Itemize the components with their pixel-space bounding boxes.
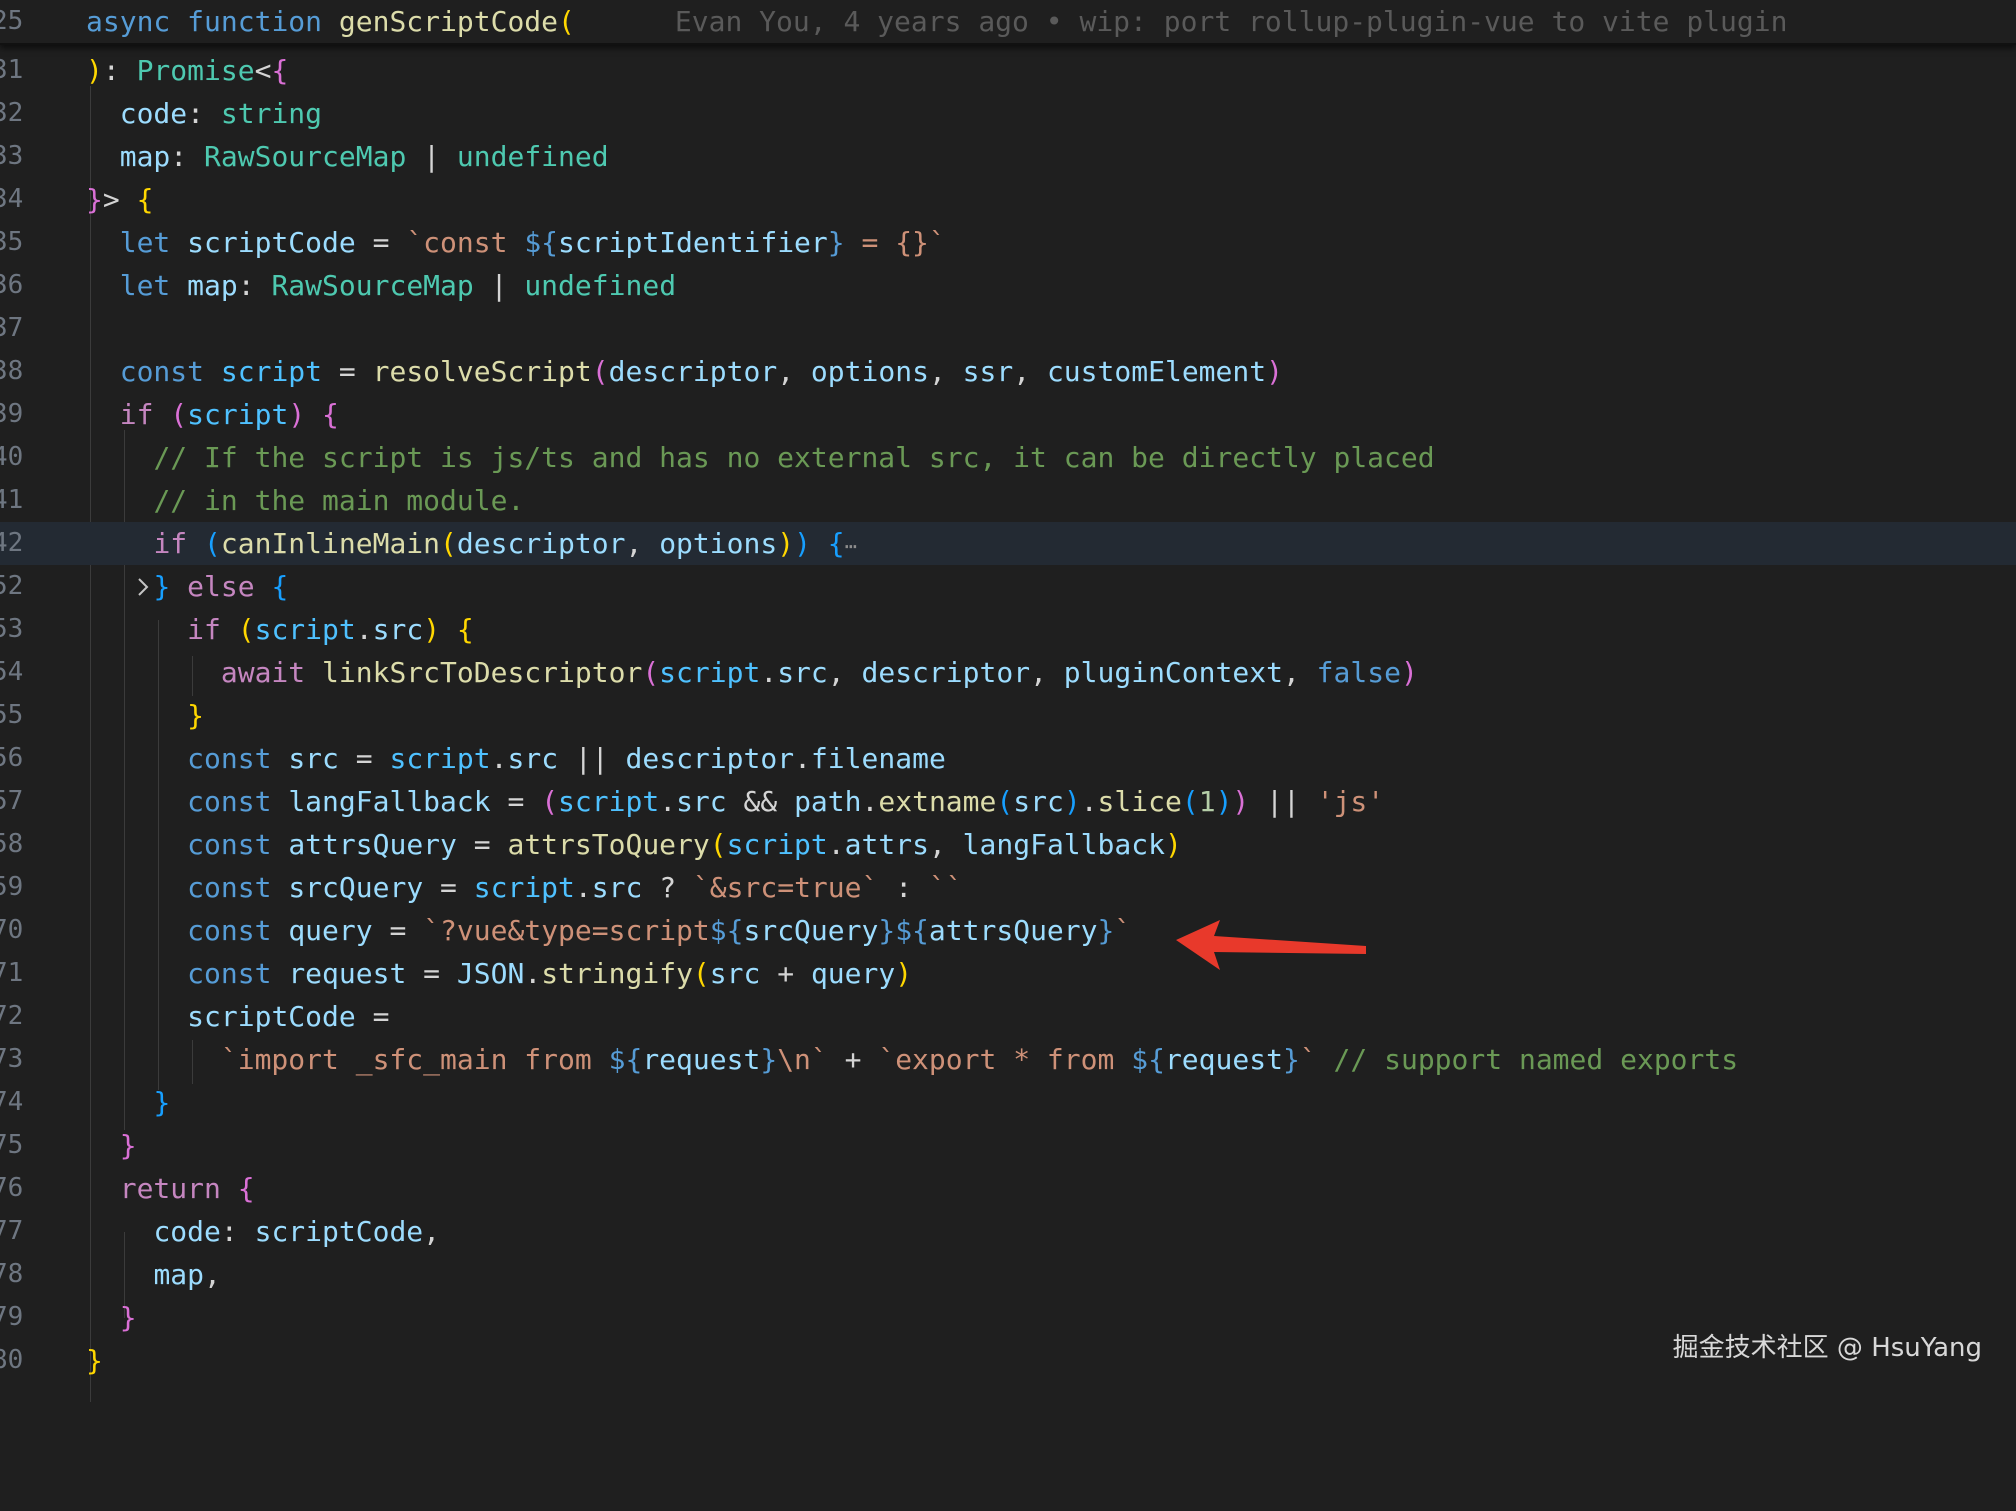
line-number: 52	[0, 571, 24, 601]
watermark: 掘金技术社区 @ HsuYang	[1672, 1333, 1982, 1363]
code-text: map,	[153, 1258, 221, 1291]
code-text: let map: RawSourceMap | undefined	[119, 269, 677, 302]
code-line[interactable]: 52 } else {	[0, 565, 2016, 608]
code-text: if (canInlineMain(descriptor, options)) …	[153, 527, 857, 560]
code-line[interactable]: 54 await linkSrcToDescriptor(script.src,…	[0, 651, 2016, 694]
code-line[interactable]: 57 const langFallback = (script.src && p…	[0, 780, 2016, 823]
code-text: map: RawSourceMap | undefined	[119, 140, 609, 173]
line-number: 53	[0, 614, 24, 644]
code-line[interactable]: 75 }	[0, 1124, 2016, 1167]
line-number: 75	[0, 1130, 24, 1160]
code-line[interactable]: 33 map: RawSourceMap | undefined	[0, 135, 2016, 178]
code-text: // in the main module.	[153, 484, 525, 517]
code-line[interactable]: 72 scriptCode =	[0, 995, 2016, 1038]
line-number: 71	[0, 958, 24, 988]
line-number: 54	[0, 657, 24, 687]
line-number: 59	[0, 872, 24, 902]
code-text: const script = resolveScript(descriptor,…	[119, 355, 1283, 388]
code-text: const srcQuery = script.src ? `&src=true…	[187, 871, 963, 904]
line-number: 56	[0, 743, 24, 773]
line-number: 36	[0, 270, 24, 300]
code-line-folded[interactable]: 42 if (canInlineMain(descriptor, options…	[0, 522, 2016, 596]
git-blame-annotation: Evan You, 4 years ago • wip: port rollup…	[674, 5, 1788, 38]
code-line[interactable]: 41 // in the main module.	[0, 479, 2016, 522]
code-text: } else {	[153, 570, 289, 603]
code-text: scriptCode =	[187, 1000, 390, 1033]
line-number: 38	[0, 356, 24, 386]
code-line[interactable]: 35 let scriptCode = `const ${scriptIdent…	[0, 221, 2016, 264]
code-line[interactable]: 77 code: scriptCode,	[0, 1210, 2016, 1253]
code-line[interactable]: 55 }	[0, 694, 2016, 737]
code-line[interactable]: 71 const request = JSON.stringify(src + …	[0, 952, 2016, 995]
line-number: 70	[0, 915, 24, 945]
line-number: 35	[0, 227, 24, 257]
line-number: 39	[0, 399, 24, 429]
code-text: async function genScriptCode(Evan You, 4…	[86, 5, 1788, 38]
code-line[interactable]: 73 `import _sfc_main from ${request}\n` …	[0, 1038, 2016, 1081]
code-line[interactable]: 70 const query = `?vue&type=script${srcQ…	[0, 909, 2016, 952]
line-number: 42	[0, 528, 24, 558]
code-text: const attrsQuery = attrsToQuery(script.a…	[187, 828, 1182, 861]
code-text: code: scriptCode,	[153, 1215, 441, 1248]
line-number: 40	[0, 442, 24, 472]
code-text: const src = script.src || descriptor.fil…	[187, 742, 946, 775]
line-number: 74	[0, 1087, 24, 1117]
code-line[interactable]: 34 }> {	[0, 178, 2016, 221]
code-text: }> {	[86, 183, 154, 216]
code-line[interactable]: 32 code: string	[0, 92, 2016, 135]
code-line[interactable]: 56 const src = script.src || descriptor.…	[0, 737, 2016, 780]
code-text: code: string	[119, 97, 323, 130]
code-line[interactable]: 74 }	[0, 1081, 2016, 1124]
line-number: 79	[0, 1302, 24, 1332]
code-line[interactable]: 76 return {	[0, 1167, 2016, 1210]
code-line[interactable]: 40 // If the script is js/ts and has no …	[0, 436, 2016, 479]
code-line[interactable]: 36 let map: RawSourceMap | undefined	[0, 264, 2016, 307]
line-number: 76	[0, 1173, 24, 1203]
red-arrow-annotation-icon	[1176, 920, 1366, 970]
line-number: 34	[0, 184, 24, 214]
line-number: 80	[0, 1345, 24, 1375]
line-number: 25	[0, 6, 24, 36]
code-text: }	[153, 1086, 171, 1119]
code-line[interactable]: 31 ): Promise<{	[0, 49, 2016, 92]
code-text: }	[119, 1129, 137, 1162]
line-number: 73	[0, 1044, 24, 1074]
code-text: `import _sfc_main from ${request}\n` + `…	[220, 1043, 1739, 1076]
line-number: 41	[0, 485, 24, 515]
code-line[interactable]: 59 const srcQuery = script.src ? `&src=t…	[0, 866, 2016, 909]
code-text: ): Promise<{	[86, 54, 289, 87]
sticky-scroll-header[interactable]: 25 async function genScriptCode(Evan You…	[0, 0, 2016, 45]
code-line[interactable]: 38 const script = resolveScript(descript…	[0, 350, 2016, 393]
code-text: }	[187, 699, 205, 732]
sticky-line[interactable]: 25 async function genScriptCode(Evan You…	[0, 0, 2016, 43]
line-number: 78	[0, 1259, 24, 1289]
code-text: if (script) {	[119, 398, 339, 431]
line-number: 77	[0, 1216, 24, 1246]
code-text: return {	[119, 1172, 255, 1205]
line-number: 58	[0, 829, 24, 859]
line-number: 57	[0, 786, 24, 816]
code-line[interactable]: 78 map,	[0, 1253, 2016, 1296]
line-number: 55	[0, 700, 24, 730]
code-text: // If the script is js/ts and has no ext…	[153, 441, 1435, 474]
code-editor[interactable]: 25 async function genScriptCode(Evan You…	[0, 0, 2016, 1402]
code-text: const langFallback = (script.src && path…	[187, 785, 1385, 818]
line-number: 37	[0, 313, 24, 343]
code-line[interactable]: 53 if (script.src) {	[0, 608, 2016, 651]
code-text: await linkSrcToDescriptor(script.src, de…	[220, 656, 1418, 689]
code-text: let scriptCode = `const ${scriptIdentifi…	[119, 226, 946, 259]
code-text: const request = JSON.stringify(src + que…	[187, 957, 913, 990]
code-text: const query = `?vue&type=script${srcQuer…	[187, 914, 1132, 947]
code-text: }	[86, 1344, 103, 1377]
line-number: 72	[0, 1001, 24, 1031]
code-text: }	[119, 1301, 137, 1334]
code-text: if (script.src) {	[187, 613, 474, 646]
code-line[interactable]: 39 if (script) {	[0, 393, 2016, 436]
code-line[interactable]: 58 const attrsQuery = attrsToQuery(scrip…	[0, 823, 2016, 866]
code-line[interactable]: 37	[0, 307, 2016, 350]
folded-ellipsis[interactable]: ⋯	[845, 534, 857, 558]
